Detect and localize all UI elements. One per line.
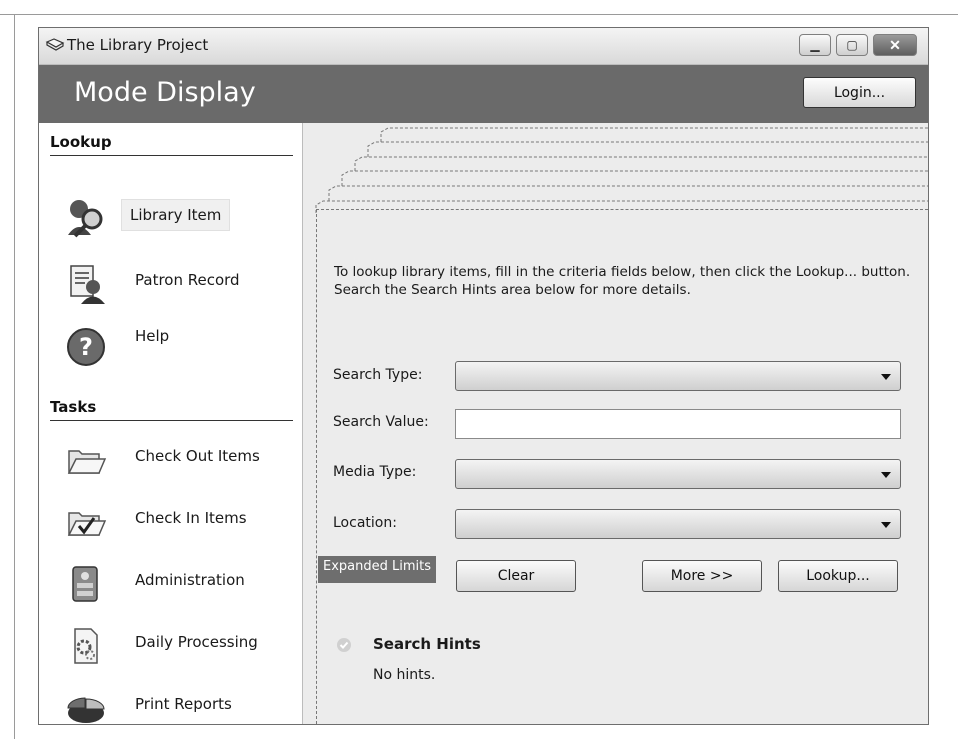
- chevron-down-icon: [881, 472, 891, 478]
- lookup-button[interactable]: Lookup...: [778, 560, 898, 592]
- sidebar-item-label: Daily Processing: [135, 633, 258, 651]
- search-value-input[interactable]: [455, 409, 901, 439]
- daily-processing-icon: [74, 628, 98, 664]
- svg-text:?: ?: [79, 333, 93, 361]
- sidebar-item-library-item[interactable]: Library Item: [39, 191, 302, 243]
- search-hints-text: No hints.: [373, 667, 436, 683]
- expanded-limits-tab[interactable]: Expanded Limits: [318, 556, 436, 583]
- stacked-tab-edges: [315, 127, 928, 213]
- more-button[interactable]: More >>: [642, 560, 762, 592]
- sidebar-item-label: Patron Record: [135, 271, 240, 289]
- maximize-icon: ▢: [846, 38, 858, 52]
- page-frame-left: [14, 14, 15, 739]
- maximize-button[interactable]: ▢: [836, 34, 868, 56]
- checked-folder-icon: [67, 512, 107, 536]
- location-dropdown[interactable]: [455, 509, 901, 539]
- sidebar-item-print-reports[interactable]: Print Reports: [39, 681, 302, 733]
- chevron-down-icon: [881, 522, 891, 528]
- mode-header: Mode Display Login...: [39, 65, 928, 123]
- sidebar-item-label: Library Item: [121, 199, 231, 231]
- sidebar-item-help[interactable]: ? Help: [39, 319, 302, 371]
- media-type-label: Media Type:: [333, 464, 417, 480]
- search-hints-title: Search Hints: [373, 635, 481, 653]
- clear-button[interactable]: Clear: [456, 560, 576, 592]
- administration-icon: [72, 566, 98, 602]
- book-app-icon: [45, 38, 65, 51]
- tasks-section-heading: Tasks: [50, 398, 293, 421]
- title-bar[interactable]: The Library Project ▁ ▢ ✕: [39, 28, 928, 65]
- sidebar: Lookup Library Item Patron Record ? Help…: [39, 123, 303, 724]
- patron-record-icon: [70, 265, 105, 304]
- main-content: To lookup library items, fill in the cri…: [303, 123, 928, 724]
- minimize-icon: ▁: [810, 38, 820, 52]
- location-label: Location:: [333, 515, 397, 531]
- lookup-section-heading: Lookup: [50, 133, 293, 156]
- sidebar-item-label: Check Out Items: [135, 447, 260, 465]
- media-type-dropdown[interactable]: [455, 459, 901, 489]
- sidebar-item-label: Help: [135, 327, 170, 345]
- sidebar-item-check-out-items[interactable]: Check Out Items: [39, 433, 302, 485]
- minimize-button[interactable]: ▁: [799, 34, 831, 56]
- search-type-label: Search Type:: [333, 367, 423, 383]
- sidebar-item-label: Check In Items: [135, 509, 247, 527]
- open-folder-icon: [67, 450, 107, 474]
- chevron-down-icon: [881, 374, 891, 380]
- search-magnifier-icon: [68, 200, 103, 238]
- page-frame-top: [0, 14, 958, 15]
- sidebar-item-label: Administration: [135, 571, 245, 589]
- search-value-label: Search Value:: [333, 414, 429, 430]
- mode-title: Mode Display: [74, 77, 256, 108]
- window-title: The Library Project: [67, 36, 209, 54]
- sidebar-item-patron-record[interactable]: Patron Record: [39, 257, 302, 309]
- hints-check-icon: [337, 638, 351, 652]
- sidebar-item-check-in-items[interactable]: Check In Items: [39, 495, 302, 547]
- app-window: The Library Project ▁ ▢ ✕ Mode Display L…: [38, 27, 929, 725]
- instructions-text: To lookup library items, fill in the cri…: [334, 264, 911, 298]
- sidebar-item-administration[interactable]: Administration: [39, 557, 302, 609]
- search-type-dropdown[interactable]: [455, 361, 901, 391]
- close-button[interactable]: ✕: [873, 34, 917, 56]
- help-icon: ?: [67, 328, 105, 366]
- login-button[interactable]: Login...: [803, 77, 916, 108]
- pie-chart-icon: [67, 697, 105, 723]
- close-icon: ✕: [889, 36, 901, 53]
- sidebar-item-label: Print Reports: [135, 695, 232, 713]
- sidebar-item-daily-processing[interactable]: Daily Processing: [39, 619, 302, 671]
